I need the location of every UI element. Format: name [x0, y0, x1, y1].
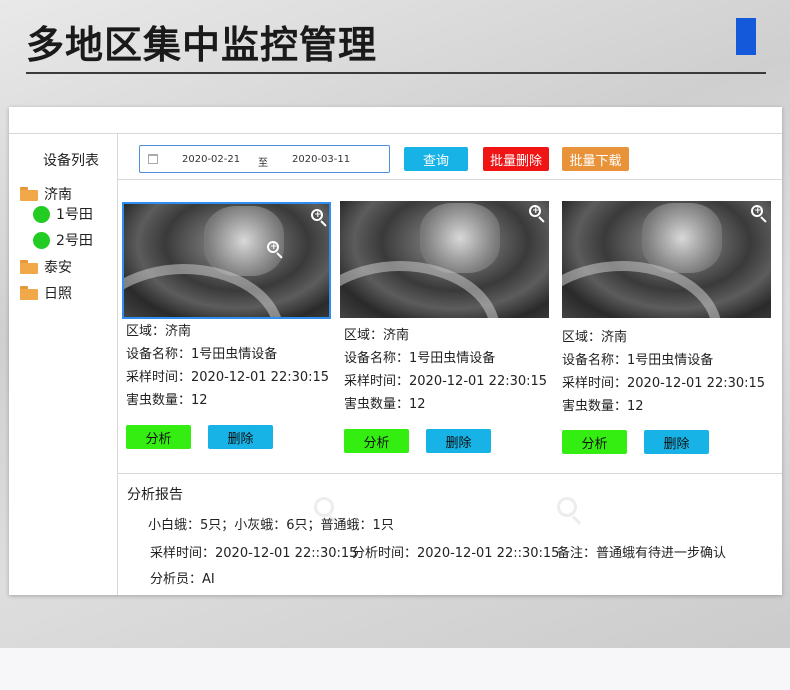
card-sample-time: 采样时间：2020-12-01 22:30:15 [344, 374, 548, 389]
tree-item-label: 1号田 [56, 207, 93, 223]
card-region: 区域：济南 [126, 324, 192, 339]
card-sample-time: 采样时间：2020-12-01 22:30:15 [562, 376, 766, 391]
zoom-icon[interactable]: + [750, 204, 768, 223]
trap-image[interactable]: + [340, 201, 549, 318]
toolbar-divider [117, 179, 782, 180]
analyze-button[interactable]: 分析 [126, 425, 191, 449]
tree-item-field-2[interactable]: 2号田 [33, 230, 93, 250]
report-sample-time: 采样时间：2020-12-01 22::30:15 [150, 546, 358, 561]
zoom-icon [557, 497, 585, 525]
monitor-panel: 设备列表 济南 1号田 2号田 泰安 日照 2020-02-21 至 2020-… [9, 107, 782, 595]
status-dot-icon [33, 231, 50, 249]
card-pest-count: 害虫数量：12 [562, 399, 644, 414]
card-region: 区域：济南 [562, 330, 628, 345]
date-end-field[interactable]: 2020-03-11 [292, 154, 350, 165]
delete-button[interactable]: 删除 [644, 430, 709, 454]
tree-item-taian[interactable]: 泰安 [20, 257, 72, 277]
page-title: 多地区集中监控管理 [26, 23, 378, 67]
tree-item-label: 泰安 [44, 260, 72, 276]
card-device-name: 设备名称：1号田虫情设备 [344, 351, 496, 366]
zoom-icon[interactable]: + [266, 240, 284, 259]
query-button[interactable]: 查询 [404, 147, 468, 171]
tree-item-field-1[interactable]: 1号田 [33, 204, 93, 224]
date-range-picker[interactable]: 2020-02-21 至 2020-03-11 [139, 145, 390, 173]
tree-item-label: 日照 [44, 286, 72, 302]
tree-item-label: 济南 [44, 187, 72, 203]
page-footer-band [0, 648, 790, 690]
report-counts: 小白蛾：5只；小灰蛾：6只；普通蛾：1只 [148, 518, 394, 533]
card-device-name: 设备名称：1号田虫情设备 [126, 347, 278, 362]
delete-button[interactable]: 删除 [208, 425, 273, 449]
report-divider [117, 473, 782, 474]
card-pest-count: 害虫数量：12 [344, 397, 426, 412]
batch-download-button[interactable]: 批量下载 [562, 147, 629, 171]
analyze-button[interactable]: 分析 [562, 430, 627, 454]
trap-image[interactable]: + + [122, 202, 331, 319]
status-dot-icon [33, 205, 50, 223]
tree-item-label: 2号田 [56, 233, 93, 249]
card-sample-time: 采样时间：2020-12-01 22:30:15 [126, 370, 330, 385]
panel-divider [9, 133, 782, 134]
batch-delete-button[interactable]: 批量删除 [483, 147, 549, 171]
zoom-icon[interactable]: + [528, 204, 546, 223]
delete-button[interactable]: 删除 [426, 429, 491, 453]
zoom-icon[interactable]: + [310, 208, 328, 227]
report-title: 分析报告 [127, 487, 183, 503]
date-separator: 至 [258, 158, 268, 169]
folder-open-icon [20, 187, 38, 201]
date-start-field[interactable]: 2020-02-21 [182, 154, 240, 165]
card-region: 区域：济南 [344, 328, 410, 343]
report-analysis-time: 分析时间：2020-12-01 22::30:15 [352, 546, 560, 561]
folder-icon [20, 260, 38, 274]
calendar-icon [148, 154, 158, 164]
report-note: 备注：普通蛾有待进一步确认 [557, 546, 727, 561]
tree-item-jinan[interactable]: 济南 [20, 184, 72, 204]
trap-image[interactable]: + [562, 201, 771, 318]
folder-icon [20, 286, 38, 300]
device-list-title: 设备列表 [43, 153, 99, 169]
tree-item-rizhao[interactable]: 日照 [20, 283, 72, 303]
accent-block [736, 18, 756, 55]
header-divider [26, 72, 766, 74]
sidebar-divider [117, 133, 118, 595]
card-pest-count: 害虫数量：12 [126, 393, 208, 408]
report-analyst: 分析员：AI [150, 572, 215, 587]
analyze-button[interactable]: 分析 [344, 429, 409, 453]
card-device-name: 设备名称：1号田虫情设备 [562, 353, 714, 368]
